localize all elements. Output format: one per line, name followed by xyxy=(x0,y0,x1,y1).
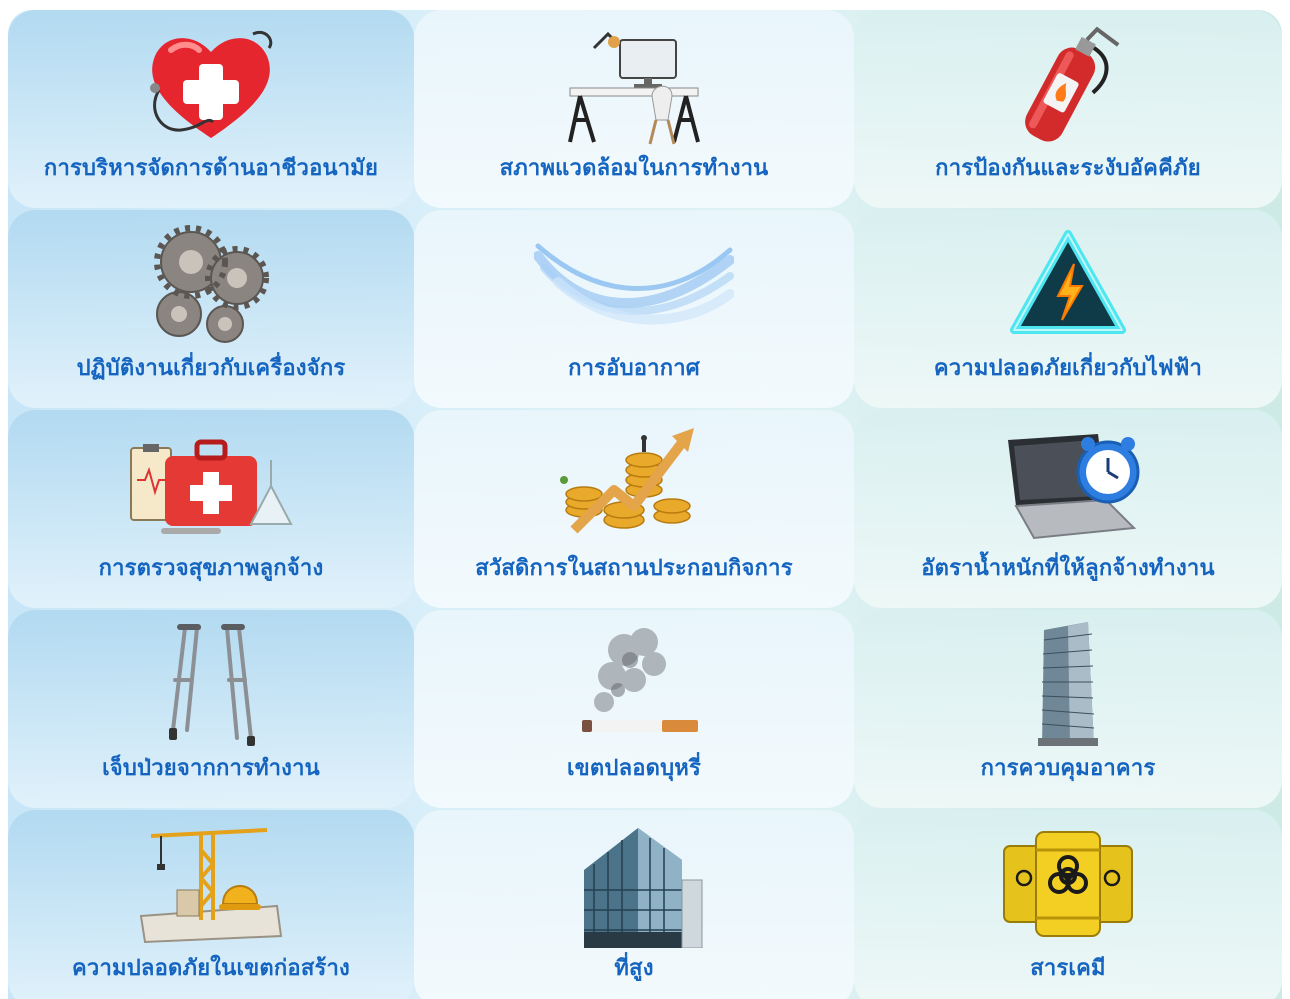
laptop-clock-icon xyxy=(988,420,1148,548)
tile-label: การอับอากาศ xyxy=(568,356,700,381)
tile-building-control[interactable]: การควบคุมอาคาร xyxy=(854,610,1282,808)
fire-extinguisher-icon xyxy=(998,20,1138,148)
crutches-icon xyxy=(141,620,281,748)
electric-warning-icon xyxy=(998,220,1138,348)
tile-weight-limit[interactable]: อัตราน้ำหนักที่ให้ลูกจ้างทำงาน xyxy=(854,410,1282,608)
tile-label: สารเคมี xyxy=(1030,956,1106,981)
gears-icon xyxy=(141,220,281,348)
tile-label: การควบคุมอาคาร xyxy=(980,756,1156,781)
tile-occupational-illness[interactable]: เจ็บป่วยจากการทำงาน xyxy=(8,610,414,808)
tile-label: การป้องกันและระงับอัคคีภัย xyxy=(935,156,1201,181)
office-tower-icon xyxy=(998,620,1138,748)
heart-stethoscope-icon xyxy=(141,20,281,148)
first-aid-kit-icon xyxy=(121,420,301,548)
desk-workspace-icon xyxy=(564,20,704,148)
tile-fire-prevention[interactable]: การป้องกันและระงับอัคคีภัย xyxy=(854,10,1282,208)
tile-smoke-free-zone[interactable]: เขตปลอดบุหรี่ xyxy=(414,610,854,808)
category-panel: การบริหารจัดการด้านอาชีวอนามัย สภาพแวดล้… xyxy=(8,10,1282,999)
tile-label: การตรวจสุขภาพลูกจ้าง xyxy=(98,556,324,581)
tile-label: สวัสดิการในสถานประกอบกิจการ xyxy=(475,556,793,581)
tile-label: ที่สูง xyxy=(614,956,654,981)
tile-health-checkup[interactable]: การตรวจสุขภาพลูกจ้าง xyxy=(8,410,414,608)
tile-occupational-health-management[interactable]: การบริหารจัดการด้านอาชีวอนามัย xyxy=(8,10,414,208)
construction-crane-icon xyxy=(131,820,291,948)
tile-working-at-height[interactable]: ที่สูง xyxy=(414,810,854,999)
tile-electrical-safety[interactable]: ความปลอดภัยเกี่ยวกับไฟฟ้า xyxy=(854,210,1282,408)
tile-label: เจ็บป่วยจากการทำงาน xyxy=(102,756,320,781)
tile-label: ความปลอดภัยในเขตก่อสร้าง xyxy=(72,956,350,981)
tile-chemicals[interactable]: สารเคมี xyxy=(854,810,1282,999)
tile-label: ปฏิบัติงานเกี่ยวกับเครื่องจักร xyxy=(76,356,346,381)
tile-label: สภาพแวดล้อมในการทำงาน xyxy=(499,156,769,181)
tile-label: การบริหารจัดการด้านอาชีวอนามัย xyxy=(43,156,379,181)
tile-label: ความปลอดภัยเกี่ยวกับไฟฟ้า xyxy=(933,356,1203,381)
tile-machinery-operation[interactable]: ปฏิบัติงานเกี่ยวกับเครื่องจักร xyxy=(8,210,414,408)
tile-construction-safety[interactable]: ความปลอดภัยในเขตก่อสร้าง xyxy=(8,810,414,999)
biohazard-barrels-icon xyxy=(998,820,1138,948)
tile-welfare[interactable]: สวัสดิการในสถานประกอบกิจการ xyxy=(414,410,854,608)
coins-growth-icon xyxy=(554,420,714,548)
skyscraper-icon xyxy=(564,820,704,948)
tile-label: อัตราน้ำหนักที่ให้ลูกจ้างทำงาน xyxy=(921,556,1215,581)
airflow-icon xyxy=(534,220,734,348)
tile-confined-space[interactable]: การอับอากาศ xyxy=(414,210,854,408)
tile-label: เขตปลอดบุหรี่ xyxy=(566,756,702,781)
tile-work-environment[interactable]: สภาพแวดล้อมในการทำงาน xyxy=(414,10,854,208)
cigarette-smoke-icon xyxy=(564,620,704,748)
